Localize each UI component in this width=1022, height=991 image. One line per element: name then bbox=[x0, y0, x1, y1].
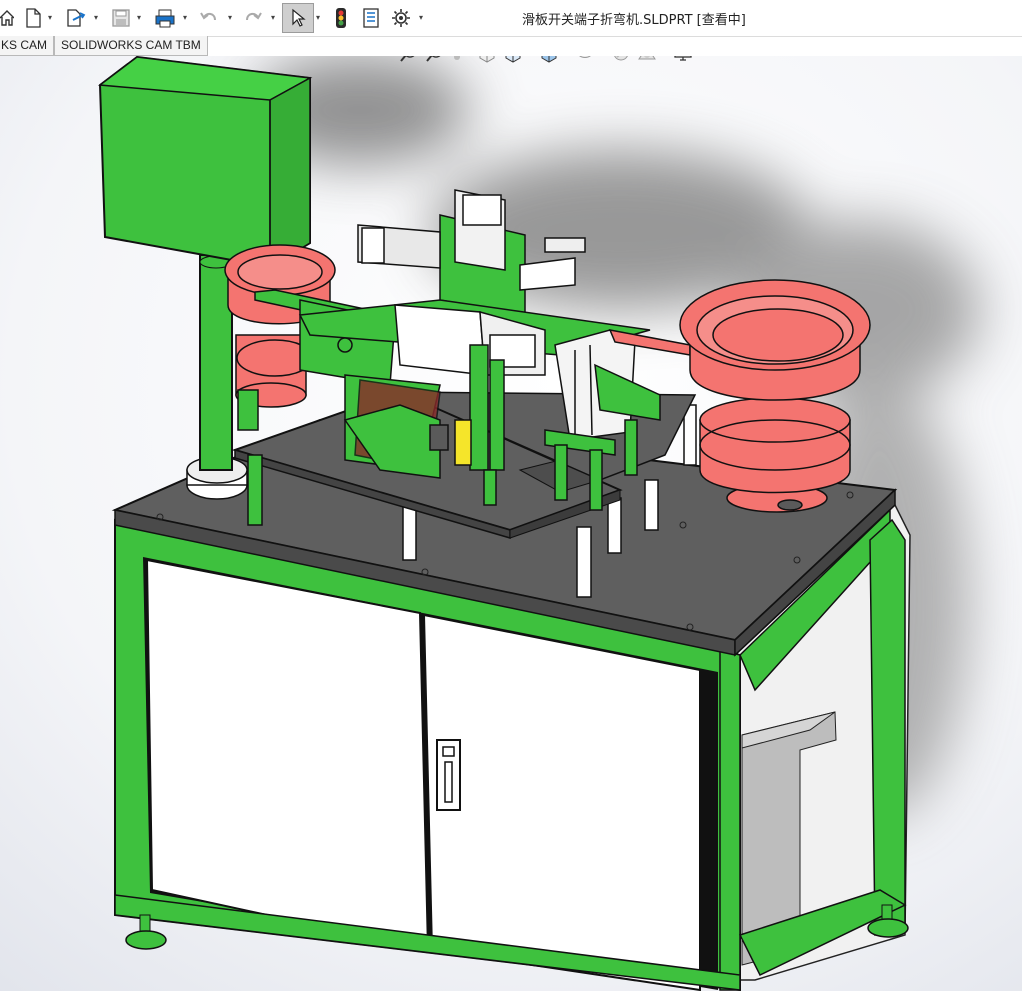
new-dropdown-icon[interactable]: ▾ bbox=[48, 14, 55, 22]
model-render bbox=[0, 56, 1022, 991]
tab-solidworks-cam-tbm[interactable]: SOLIDWORKS CAM TBM bbox=[54, 36, 208, 56]
redo-dropdown-icon[interactable]: ▾ bbox=[271, 14, 278, 22]
rebuild-icon[interactable] bbox=[332, 4, 350, 32]
hide-show-icon[interactable] bbox=[574, 56, 596, 64]
title-bar: ▾ ▾ ▾ ▾ ▾ ▾ ▾ ▾ 滑板开关端子折弯机.SLDPRT [查看中] bbox=[0, 0, 1022, 37]
options-dropdown-icon[interactable]: ▾ bbox=[419, 14, 426, 22]
redo-icon[interactable] bbox=[242, 4, 264, 32]
new-document-icon[interactable] bbox=[22, 4, 44, 32]
file-properties-icon[interactable] bbox=[360, 4, 382, 32]
solidworks-window: ▾ ▾ ▾ ▾ ▾ ▾ ▾ ▾ 滑板开关端子折弯机.SLDPRT [查看中] K… bbox=[0, 0, 1022, 991]
view-settings-dropdown-icon[interactable]: ▾ bbox=[698, 56, 704, 58]
section-view-icon[interactable] bbox=[476, 56, 498, 64]
view-orientation-icon[interactable] bbox=[502, 56, 524, 64]
previous-view-icon[interactable] bbox=[450, 56, 472, 64]
select-icon[interactable] bbox=[282, 3, 314, 33]
command-manager-tabs: KS CAM SOLIDWORKS CAM TBM bbox=[0, 36, 1022, 56]
print-dropdown-icon[interactable]: ▾ bbox=[183, 14, 190, 22]
undo-icon[interactable] bbox=[198, 4, 220, 32]
undo-dropdown-icon[interactable]: ▾ bbox=[228, 14, 235, 22]
print-icon[interactable] bbox=[153, 4, 177, 32]
options-icon[interactable] bbox=[390, 4, 412, 32]
hide-show-dropdown-icon[interactable]: ▾ bbox=[600, 56, 606, 58]
window-title: 滑板开关端子折弯机.SLDPRT [查看中] bbox=[522, 13, 746, 28]
tab-ks-cam[interactable]: KS CAM bbox=[0, 36, 55, 56]
zoom-area-icon[interactable] bbox=[424, 56, 446, 64]
open-dropdown-icon[interactable]: ▾ bbox=[94, 14, 101, 22]
display-style-dropdown-icon[interactable]: ▾ bbox=[564, 56, 570, 58]
heads-up-toolbar: ▾ ▾ ▾ ▾ ▾ bbox=[398, 56, 704, 66]
graphics-area[interactable]: ▾ ▾ ▾ ▾ ▾ bbox=[0, 56, 1022, 991]
select-dropdown-icon[interactable]: ▾ bbox=[316, 14, 323, 22]
edit-appearance-icon[interactable] bbox=[610, 56, 632, 64]
zoom-to-fit-icon[interactable] bbox=[398, 56, 420, 64]
save-icon[interactable] bbox=[110, 4, 132, 32]
save-dropdown-icon[interactable]: ▾ bbox=[137, 14, 144, 22]
view-settings-icon[interactable] bbox=[672, 56, 694, 64]
open-icon[interactable] bbox=[64, 4, 88, 32]
apply-scene-dropdown-icon[interactable]: ▾ bbox=[662, 56, 668, 58]
home-icon[interactable] bbox=[0, 4, 14, 32]
view-orientation-dropdown-icon[interactable]: ▾ bbox=[528, 56, 534, 58]
display-style-icon[interactable] bbox=[538, 56, 560, 64]
apply-scene-icon[interactable] bbox=[636, 56, 658, 64]
